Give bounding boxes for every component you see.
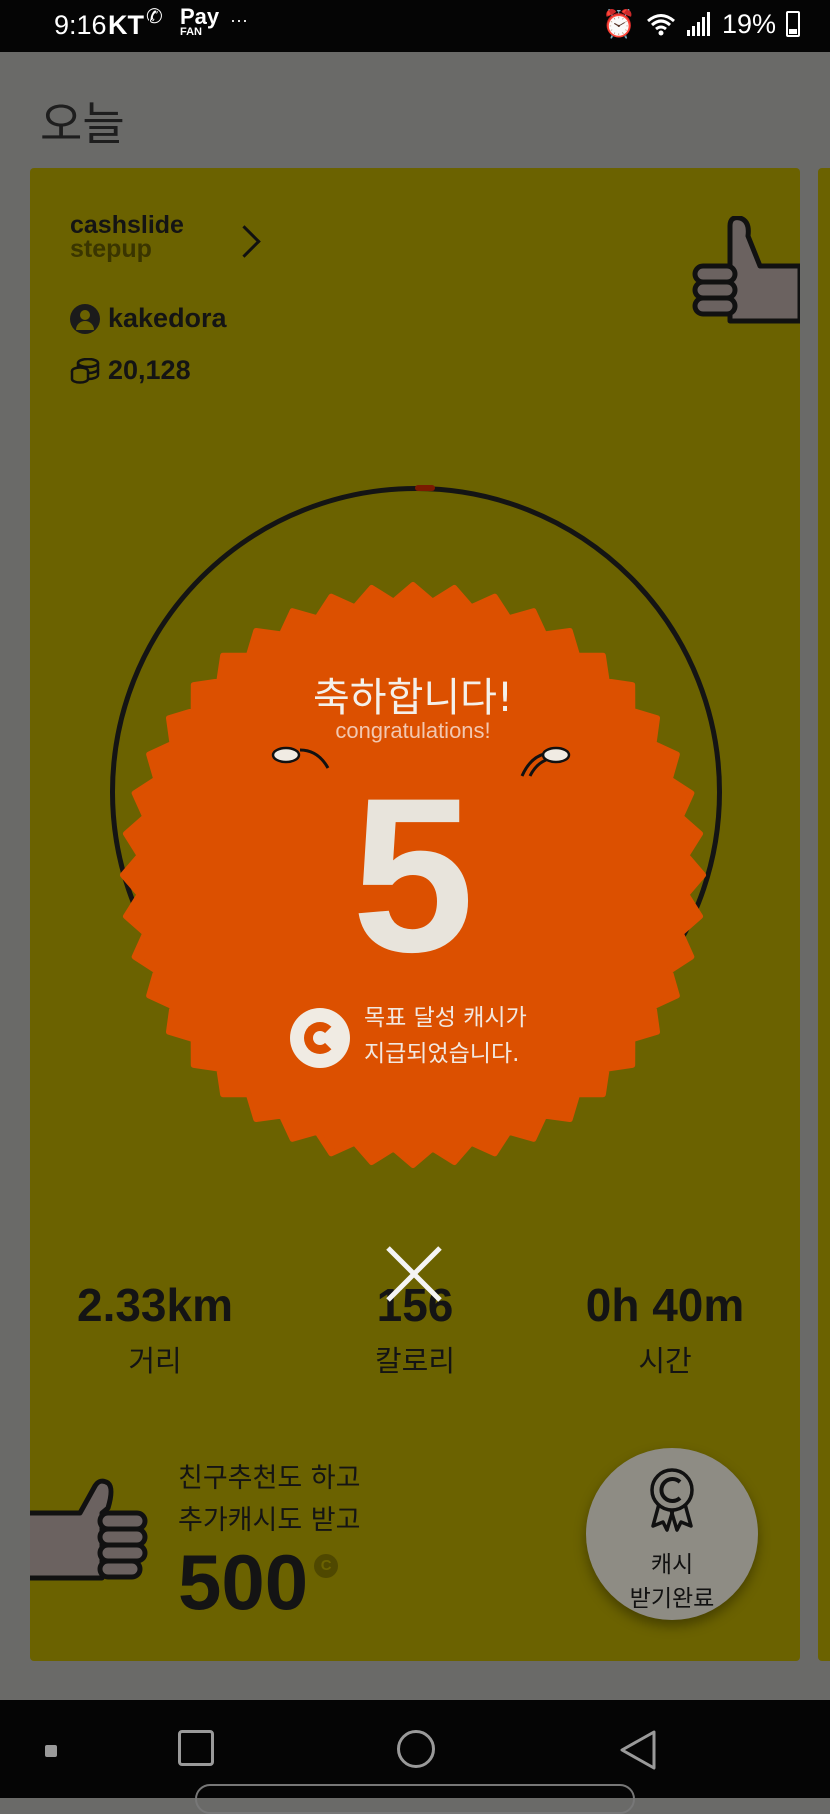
- close-icon[interactable]: [384, 1244, 444, 1304]
- promo-line2: 추가캐시도 받고: [178, 1505, 361, 1536]
- stat-time: 0h 40m 시간: [540, 1278, 790, 1380]
- navigation-bar: [0, 1700, 830, 1814]
- cash-coin-icon: C: [314, 1554, 339, 1578]
- popup-subtitle: congratulations!: [335, 718, 491, 743]
- home-button[interactable]: [397, 1730, 435, 1768]
- username: kakedora: [108, 303, 227, 333]
- medal-icon: [650, 1468, 694, 1532]
- call-icon: ✆: [146, 6, 163, 28]
- brand-logo[interactable]: cashslide stepup: [70, 211, 184, 263]
- reward-number: 5: [351, 752, 475, 998]
- time-value: 0h 40m: [585, 1279, 745, 1331]
- signal-icon: [686, 12, 710, 36]
- popup-message: 목표 달성 캐시가 지급되었습니다.: [364, 1005, 527, 1067]
- congratulations-popup: 축하합니다! congratulations! 5 목표 달성 캐시가 지급되었…: [118, 580, 708, 1170]
- cash-claimed-button[interactable]: 캐시 받기완료: [586, 1448, 758, 1620]
- promo-amount: 500: [178, 1538, 309, 1626]
- back-button[interactable]: [618, 1728, 658, 1772]
- status-right: ⏰ 19%: [602, 8, 800, 40]
- distance-value: 2.33km: [76, 1279, 233, 1331]
- coin-row: 20,128: [70, 355, 191, 386]
- page-title: 오늘: [40, 97, 125, 151]
- wifi-icon: [646, 14, 675, 36]
- menu-dot-icon[interactable]: [45, 1745, 57, 1757]
- recent-apps-button[interactable]: [178, 1730, 214, 1766]
- brand-line1: cashslide: [70, 211, 184, 239]
- thumbs-up-icon: [692, 216, 800, 324]
- next-card-peek[interactable]: [818, 168, 830, 1661]
- user-row: kakedora: [70, 303, 227, 334]
- battery-percent: 19%: [721, 8, 776, 39]
- status-carrier: KT: [108, 10, 144, 40]
- distance-label: 거리: [128, 1344, 182, 1378]
- gesture-handle: [195, 1784, 635, 1814]
- status-time: 9:16: [54, 10, 107, 40]
- chevron-right-icon[interactable]: [228, 225, 261, 258]
- more-notifications-icon: ···: [230, 10, 248, 30]
- alarm-icon: ⏰: [602, 9, 636, 39]
- battery-icon: [786, 11, 800, 37]
- popup-title: 축하합니다!: [312, 675, 514, 721]
- coin-balance: 20,128: [108, 355, 191, 385]
- coins-icon: [70, 357, 100, 384]
- promo-line1: 친구추천도 하고: [178, 1463, 361, 1494]
- user-icon: [70, 303, 100, 334]
- referral-promo[interactable]: 친구추천도 하고 추가캐시도 받고 500 C: [178, 1458, 360, 1622]
- status-bar: 9:16 KT ✆ Pay FAN ··· ⏰ 19%: [0, 0, 830, 52]
- time-label: 시간: [638, 1344, 692, 1378]
- brand-line2: stepup: [70, 235, 152, 263]
- calories-label: 칼로리: [374, 1344, 456, 1378]
- reward-label: 캐시 받기완료: [629, 1552, 715, 1612]
- progress-indicator: [415, 485, 435, 491]
- stat-distance: 2.33km 거리: [30, 1278, 280, 1380]
- cash-icon: [290, 1008, 350, 1068]
- thumbs-up-icon: [30, 1478, 148, 1581]
- pay-icon: Pay FAN: [180, 4, 220, 39]
